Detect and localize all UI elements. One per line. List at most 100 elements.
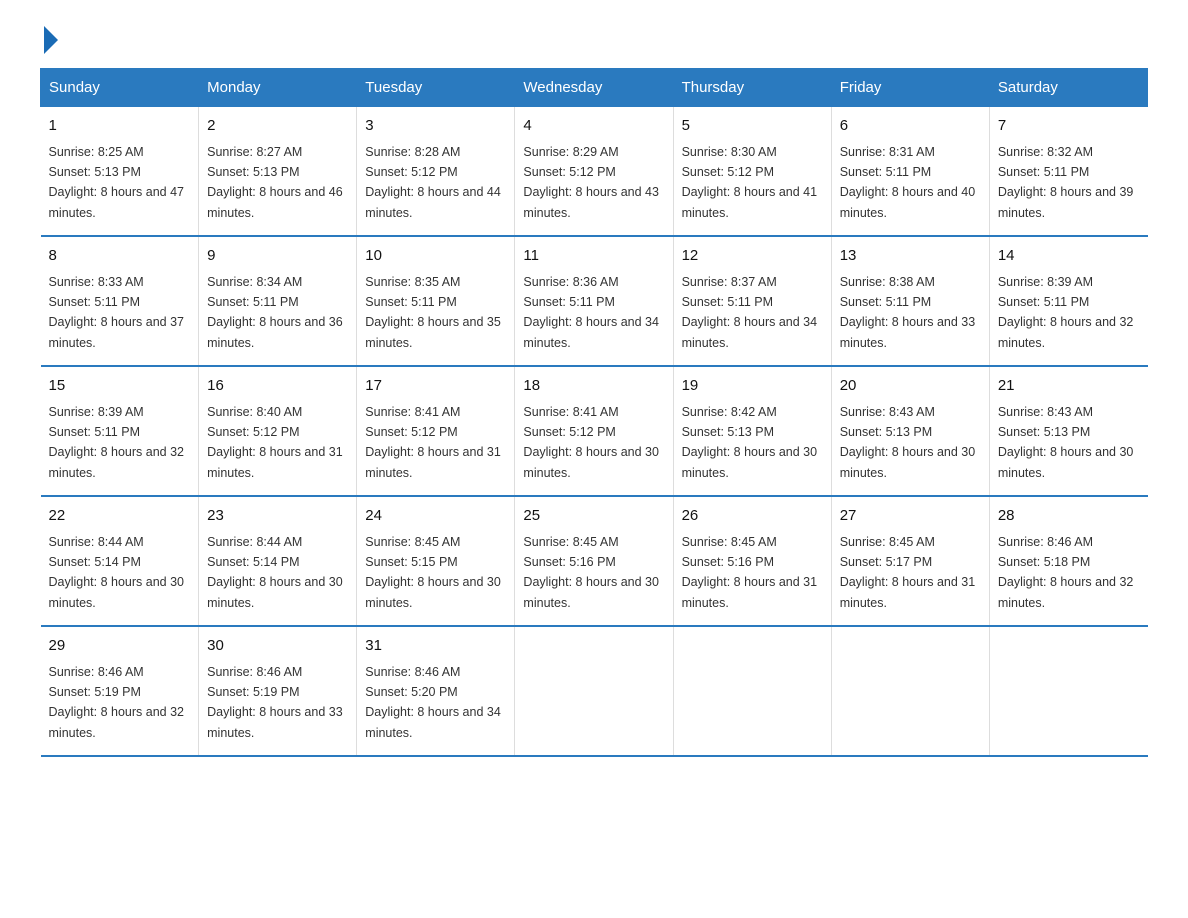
day-number: 6: [840, 115, 981, 138]
header-saturday: Saturday: [989, 69, 1147, 107]
header-wednesday: Wednesday: [515, 69, 673, 107]
calendar-cell: 7Sunrise: 8:32 AMSunset: 5:11 PMDaylight…: [989, 107, 1147, 237]
day-info: Sunrise: 8:45 AMSunset: 5:16 PMDaylight:…: [682, 535, 818, 610]
calendar-cell: 12 Sunrise: 8:37 AMSunset: 5:11 PMDayligh…: [673, 236, 831, 366]
calendar-cell: 26 Sunrise: 8:45 AMSunset: 5:16 PMDayligh…: [673, 496, 831, 626]
day-number: 21: [998, 375, 1140, 398]
day-info: Sunrise: 8:39 AMSunset: 5:11 PMDaylight:…: [998, 275, 1134, 350]
calendar-cell: 27 Sunrise: 8:45 AMSunset: 5:17 PMDayligh…: [831, 496, 989, 626]
day-number: 2: [207, 115, 348, 138]
day-info: Sunrise: 8:35 AMSunset: 5:11 PMDaylight:…: [365, 275, 501, 350]
days-header-row: SundayMondayTuesdayWednesdayThursdayFrid…: [41, 69, 1148, 107]
calendar-cell: 19Sunrise: 8:42 AMSunset: 5:13 PMDayligh…: [673, 366, 831, 496]
day-number: 25: [523, 505, 664, 528]
calendar-cell: 8Sunrise: 8:33 AMSunset: 5:11 PMDaylight…: [41, 236, 199, 366]
header-friday: Friday: [831, 69, 989, 107]
day-info: Sunrise: 8:44 AMSunset: 5:14 PMDaylight:…: [49, 535, 185, 610]
day-info: Sunrise: 8:30 AMSunset: 5:12 PMDaylight:…: [682, 145, 818, 220]
header-sunday: Sunday: [41, 69, 199, 107]
day-info: Sunrise: 8:45 AMSunset: 5:17 PMDaylight:…: [840, 535, 976, 610]
calendar-cell: [989, 626, 1147, 756]
day-number: 13: [840, 245, 981, 268]
calendar-cell: 5 Sunrise: 8:30 AMSunset: 5:12 PMDaylight…: [673, 107, 831, 237]
day-number: 18: [523, 375, 664, 398]
day-info: Sunrise: 8:43 AMSunset: 5:13 PMDaylight:…: [998, 405, 1134, 480]
week-row-3: 15Sunrise: 8:39 AMSunset: 5:11 PMDayligh…: [41, 366, 1148, 496]
day-number: 30: [207, 635, 348, 658]
day-info: Sunrise: 8:39 AMSunset: 5:11 PMDaylight:…: [49, 405, 185, 480]
calendar-cell: 18 Sunrise: 8:41 AMSunset: 5:12 PMDayligh…: [515, 366, 673, 496]
day-number: 12: [682, 245, 823, 268]
day-number: 19: [682, 375, 823, 398]
day-number: 31: [365, 635, 506, 658]
calendar-cell: 15Sunrise: 8:39 AMSunset: 5:11 PMDayligh…: [41, 366, 199, 496]
week-row-4: 22 Sunrise: 8:44 AMSunset: 5:14 PMDayligh…: [41, 496, 1148, 626]
day-number: 7: [998, 115, 1140, 138]
calendar-cell: 4Sunrise: 8:29 AMSunset: 5:12 PMDaylight…: [515, 107, 673, 237]
header-tuesday: Tuesday: [357, 69, 515, 107]
day-info: Sunrise: 8:25 AMSunset: 5:13 PMDaylight:…: [49, 145, 185, 220]
calendar-cell: 13 Sunrise: 8:38 AMSunset: 5:11 PMDayligh…: [831, 236, 989, 366]
day-number: 27: [840, 505, 981, 528]
week-row-5: 29 Sunrise: 8:46 AMSunset: 5:19 PMDayligh…: [41, 626, 1148, 756]
calendar-cell: 9Sunrise: 8:34 AMSunset: 5:11 PMDaylight…: [199, 236, 357, 366]
day-number: 10: [365, 245, 506, 268]
calendar-cell: 20 Sunrise: 8:43 AMSunset: 5:13 PMDayligh…: [831, 366, 989, 496]
day-number: 16: [207, 375, 348, 398]
day-number: 23: [207, 505, 348, 528]
day-number: 3: [365, 115, 506, 138]
day-number: 26: [682, 505, 823, 528]
calendar-cell: 23 Sunrise: 8:44 AMSunset: 5:14 PMDayligh…: [199, 496, 357, 626]
calendar-cell: 24Sunrise: 8:45 AMSunset: 5:15 PMDayligh…: [357, 496, 515, 626]
calendar-cell: 25 Sunrise: 8:45 AMSunset: 5:16 PMDayligh…: [515, 496, 673, 626]
calendar-cell: 30 Sunrise: 8:46 AMSunset: 5:19 PMDayligh…: [199, 626, 357, 756]
day-number: 9: [207, 245, 348, 268]
day-info: Sunrise: 8:33 AMSunset: 5:11 PMDaylight:…: [49, 275, 185, 350]
calendar-cell: 17 Sunrise: 8:41 AMSunset: 5:12 PMDayligh…: [357, 366, 515, 496]
day-info: Sunrise: 8:31 AMSunset: 5:11 PMDaylight:…: [840, 145, 976, 220]
day-number: 11: [523, 245, 664, 268]
day-info: Sunrise: 8:38 AMSunset: 5:11 PMDaylight:…: [840, 275, 976, 350]
day-info: Sunrise: 8:41 AMSunset: 5:12 PMDaylight:…: [523, 405, 659, 480]
day-info: Sunrise: 8:40 AMSunset: 5:12 PMDaylight:…: [207, 405, 343, 480]
page-header: [40, 30, 1148, 48]
header-monday: Monday: [199, 69, 357, 107]
day-info: Sunrise: 8:27 AMSunset: 5:13 PMDaylight:…: [207, 145, 343, 220]
day-number: 24: [365, 505, 506, 528]
day-number: 29: [49, 635, 191, 658]
day-number: 1: [49, 115, 191, 138]
day-info: Sunrise: 8:43 AMSunset: 5:13 PMDaylight:…: [840, 405, 976, 480]
day-number: 5: [682, 115, 823, 138]
day-info: Sunrise: 8:28 AMSunset: 5:12 PMDaylight:…: [365, 145, 501, 220]
calendar-cell: 29 Sunrise: 8:46 AMSunset: 5:19 PMDayligh…: [41, 626, 199, 756]
day-info: Sunrise: 8:46 AMSunset: 5:20 PMDaylight:…: [365, 665, 501, 740]
day-info: Sunrise: 8:37 AMSunset: 5:11 PMDaylight:…: [682, 275, 818, 350]
day-number: 14: [998, 245, 1140, 268]
calendar-cell: 10 Sunrise: 8:35 AMSunset: 5:11 PMDayligh…: [357, 236, 515, 366]
logo: [40, 30, 58, 48]
calendar-cell: 11Sunrise: 8:36 AMSunset: 5:11 PMDayligh…: [515, 236, 673, 366]
day-info: Sunrise: 8:45 AMSunset: 5:16 PMDaylight:…: [523, 535, 659, 610]
day-info: Sunrise: 8:46 AMSunset: 5:19 PMDaylight:…: [207, 665, 343, 740]
calendar-cell: 16 Sunrise: 8:40 AMSunset: 5:12 PMDayligh…: [199, 366, 357, 496]
calendar-cell: [673, 626, 831, 756]
day-info: Sunrise: 8:46 AMSunset: 5:18 PMDaylight:…: [998, 535, 1134, 610]
calendar-cell: 14 Sunrise: 8:39 AMSunset: 5:11 PMDayligh…: [989, 236, 1147, 366]
calendar-cell: 31 Sunrise: 8:46 AMSunset: 5:20 PMDayligh…: [357, 626, 515, 756]
header-thursday: Thursday: [673, 69, 831, 107]
calendar-cell: 1 Sunrise: 8:25 AMSunset: 5:13 PMDaylight…: [41, 107, 199, 237]
day-info: Sunrise: 8:46 AMSunset: 5:19 PMDaylight:…: [49, 665, 185, 740]
day-number: 17: [365, 375, 506, 398]
day-number: 4: [523, 115, 664, 138]
day-number: 22: [49, 505, 191, 528]
calendar-cell: 3 Sunrise: 8:28 AMSunset: 5:12 PMDaylight…: [357, 107, 515, 237]
calendar-cell: 2 Sunrise: 8:27 AMSunset: 5:13 PMDaylight…: [199, 107, 357, 237]
calendar-cell: [831, 626, 989, 756]
day-info: Sunrise: 8:41 AMSunset: 5:12 PMDaylight:…: [365, 405, 501, 480]
calendar-cell: 22 Sunrise: 8:44 AMSunset: 5:14 PMDayligh…: [41, 496, 199, 626]
day-number: 20: [840, 375, 981, 398]
day-info: Sunrise: 8:44 AMSunset: 5:14 PMDaylight:…: [207, 535, 343, 610]
calendar-table: SundayMondayTuesdayWednesdayThursdayFrid…: [40, 68, 1148, 757]
calendar-cell: 6 Sunrise: 8:31 AMSunset: 5:11 PMDaylight…: [831, 107, 989, 237]
calendar-cell: 28Sunrise: 8:46 AMSunset: 5:18 PMDayligh…: [989, 496, 1147, 626]
